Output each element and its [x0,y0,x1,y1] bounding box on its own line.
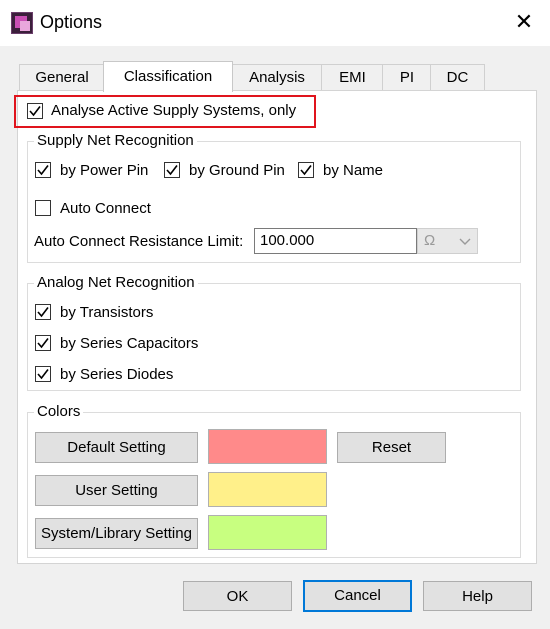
check-icon [37,307,49,318]
tab-dc[interactable]: DC [430,64,485,90]
by-series-capacitors-label: by Series Capacitors [60,335,199,352]
unit-select[interactable]: Ω [417,228,478,254]
tab-emi[interactable]: EMI [321,64,384,90]
ok-button[interactable]: OK [183,581,292,611]
check-icon [29,106,41,117]
by-series-diodes-checkbox[interactable] [35,366,51,382]
tab-analysis[interactable]: Analysis [231,64,323,90]
auto-connect-label: Auto Connect [60,200,151,217]
by-ground-pin-checkbox[interactable] [164,162,180,178]
check-icon [300,165,312,176]
auto-connect-checkbox[interactable] [35,200,51,216]
close-icon[interactable]: ✕ [512,10,536,34]
reset-button[interactable]: Reset [337,432,446,463]
by-transistors-label: by Transistors [60,304,154,321]
app-icon [11,12,33,34]
by-series-capacitors-checkbox[interactable] [35,335,51,351]
tab-pi[interactable]: PI [382,64,432,90]
by-power-pin-label: by Power Pin [60,162,149,179]
help-button[interactable]: Help [423,581,532,611]
check-icon [37,369,49,380]
chevron-down-icon [459,238,471,245]
cancel-button[interactable]: Cancel [303,580,412,612]
by-ground-pin-label: by Ground Pin [189,162,285,179]
user-color-swatch[interactable] [208,472,327,507]
analog-net-title: Analog Net Recognition [34,274,198,291]
system-library-color-swatch[interactable] [208,515,327,550]
default-color-swatch[interactable] [208,429,327,464]
tab-classification[interactable]: Classification [103,61,233,92]
check-icon [166,165,178,176]
colors-title: Colors [34,403,84,420]
check-icon [37,338,49,349]
default-setting-button[interactable]: Default Setting [35,432,198,463]
by-transistors-checkbox[interactable] [35,304,51,320]
user-setting-button[interactable]: User Setting [35,475,198,506]
analyse-active-checkbox[interactable] [27,103,43,119]
resistance-limit-input[interactable]: 100.000 [254,228,417,254]
tab-general[interactable]: General [19,64,105,90]
check-icon [37,165,49,176]
by-name-checkbox[interactable] [298,162,314,178]
analyse-active-label: Analyse Active Supply Systems, only [51,102,297,119]
supply-net-title: Supply Net Recognition [34,132,197,149]
unit-value: Ω [424,232,436,249]
window-title: Options [40,12,103,32]
system-library-setting-button[interactable]: System/Library Setting [35,518,198,549]
by-power-pin-checkbox[interactable] [35,162,51,178]
resistance-limit-label: Auto Connect Resistance Limit: [34,233,244,250]
by-series-diodes-label: by Series Diodes [60,366,174,383]
by-name-label: by Name [323,162,384,179]
